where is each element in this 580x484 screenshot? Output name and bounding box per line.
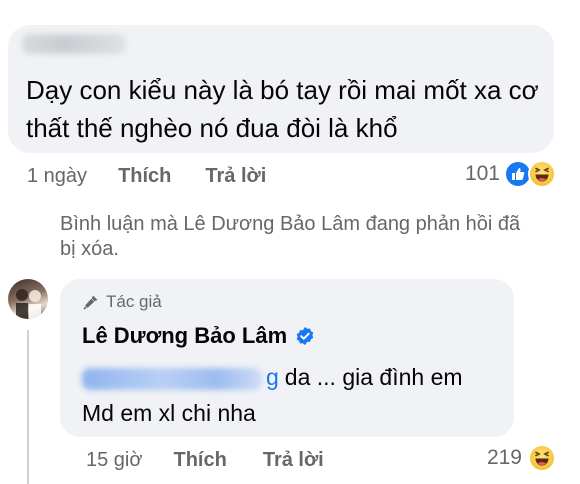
verified-badge-icon	[296, 327, 314, 345]
comment-actions: 1 ngày Thích Trả lời	[27, 165, 266, 188]
author-badge-label: Tác giả	[106, 292, 162, 311]
comment-time[interactable]: 1 ngày	[27, 165, 87, 188]
deleted-comment-notice: Bình luận mà Lê Dương Bảo Lâm đang phản …	[60, 213, 521, 260]
commenter-name-blurred[interactable]	[22, 34, 126, 54]
microphone-icon	[83, 295, 98, 310]
comment-text: Dạy con kiểu này là bó tay rồi mai mốt x…	[26, 75, 539, 143]
reaction-summary[interactable]: 101	[465, 160, 556, 188]
reaction-count: 101	[464, 162, 500, 185]
reply-button[interactable]: Trả lời	[263, 449, 324, 472]
like-button[interactable]: Thích	[118, 165, 171, 188]
mention-suffix[interactable]: g	[266, 364, 279, 390]
reaction-count: 219	[486, 446, 522, 469]
reply-author[interactable]: Lê Dương Bảo Lâm	[82, 323, 315, 349]
author-badge: Tác giả	[82, 292, 162, 312]
mention-blurred[interactable]	[82, 367, 262, 390]
avatar[interactable]	[8, 279, 48, 319]
like-button[interactable]: Thích	[173, 449, 226, 472]
reply-text: g da ... gia đình em Md em xl chi nha	[82, 359, 502, 431]
reply-text-line2: Md em xl chi nha	[82, 400, 256, 426]
haha-icon	[528, 444, 556, 472]
reply-author-name[interactable]: Lê Dương Bảo Lâm	[82, 323, 287, 349]
reply-bubble: Tác giả Lê Dương Bảo Lâm g da ... gia đìn…	[60, 279, 514, 437]
reaction-summary[interactable]: 219	[487, 444, 556, 472]
haha-icon	[528, 160, 556, 188]
comment-bubble: Dạy con kiểu này là bó tay rồi mai mốt x…	[8, 25, 554, 153]
reply-actions: 15 giờ Thích Trả lời	[86, 449, 324, 472]
reply-time[interactable]: 15 giờ	[86, 449, 142, 472]
reply-button[interactable]: Trả lời	[205, 165, 266, 188]
thread-line	[27, 330, 29, 484]
reply-text-line1: da ... gia đình em	[284, 364, 463, 390]
